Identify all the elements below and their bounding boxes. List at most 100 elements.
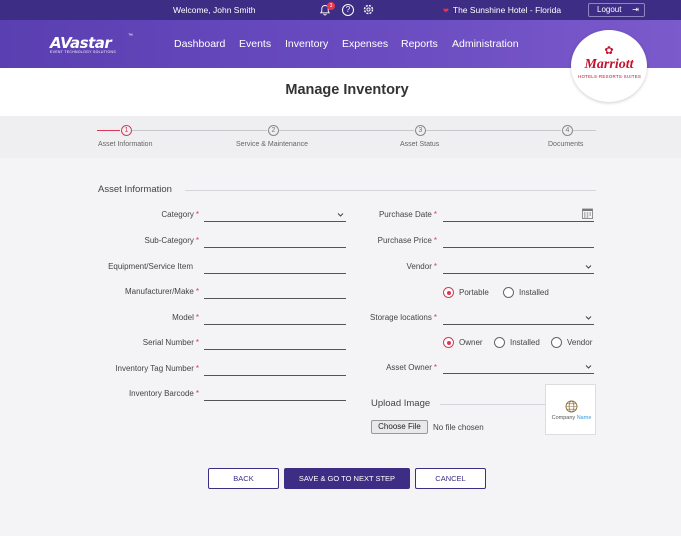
vendor-label-text: Vendor — [406, 262, 432, 271]
welcome-prefix: Welcome, — [173, 5, 213, 15]
owner-label[interactable]: Owner — [459, 338, 483, 347]
purchase-date-input[interactable] — [443, 208, 594, 222]
required-mark: * — [433, 262, 437, 271]
step-1-circle[interactable]: 1 — [121, 125, 132, 136]
welcome-text: Welcome, John Smith — [173, 5, 256, 15]
asset-owner-label-text: Asset Owner — [386, 363, 432, 372]
serial-label-text: Serial Number — [142, 338, 194, 347]
required-mark: * — [433, 363, 437, 372]
manufacturer-label: Manufacturer/Make * — [100, 287, 199, 296]
nav-dashboard[interactable]: Dashboard — [174, 38, 225, 50]
hotel-name: The Sunshine Hotel - Florida — [452, 5, 562, 15]
ownership-installed-radio[interactable] — [494, 337, 505, 348]
app-logo[interactable]: AVastar ™ EVENT TECHNOLOGY SOLUTIONS — [50, 33, 133, 56]
chevron-down-icon — [585, 316, 592, 320]
portable-radio[interactable] — [443, 287, 454, 298]
company-name-placeholder: Company Name — [546, 415, 597, 421]
storage-label: Storage locations * — [338, 313, 437, 322]
upload-divider — [440, 404, 545, 405]
sub-category-input[interactable] — [204, 236, 346, 248]
client-name: Marriott — [584, 57, 634, 72]
vendor-radio-label[interactable]: Vendor — [567, 338, 592, 347]
section-divider — [185, 190, 596, 191]
manufacturer-input[interactable] — [204, 287, 346, 299]
step-line — [279, 130, 414, 131]
inventory-tag-label-text: Inventory Tag Number — [115, 364, 194, 373]
globe-icon — [565, 400, 578, 413]
barcode-label-text: Inventory Barcode — [128, 389, 194, 398]
step-2-circle[interactable]: 2 — [268, 125, 279, 136]
step-line — [132, 130, 267, 131]
gear-icon[interactable] — [362, 3, 375, 16]
required-mark: * — [195, 287, 199, 296]
category-select[interactable] — [204, 210, 346, 222]
required-mark: * — [195, 236, 199, 245]
upload-title: Upload Image — [371, 398, 431, 409]
hotel-selector[interactable]: ❤ The Sunshine Hotel - Florida — [443, 5, 561, 15]
sub-category-label: Sub-Category * — [100, 236, 199, 245]
serial-input[interactable] — [204, 338, 346, 350]
sub-category-label-text: Sub-Category — [144, 236, 194, 245]
nav-events[interactable]: Events — [239, 38, 271, 50]
nav-inventory[interactable]: Inventory — [285, 38, 328, 50]
client-logo-mark-icon: ✿ — [604, 45, 614, 57]
logout-label: Logout — [597, 5, 622, 14]
top-bar: Welcome, John Smith 3 ? ❤ The Sunshine Ho… — [0, 0, 681, 20]
nav-expenses[interactable]: Expenses — [342, 38, 388, 50]
logout-button[interactable]: Logout ⇥ — [588, 3, 645, 17]
company-name-text: Name — [576, 415, 592, 421]
equipment-label: Equipment/Service Item — [108, 262, 193, 271]
help-icon[interactable]: ? — [342, 4, 354, 16]
purchase-price-label: Purchase Price * — [338, 236, 437, 245]
client-tagline: HOTELS·RESORTS·SUITES — [578, 74, 642, 79]
step-4-label[interactable]: Documents — [548, 141, 583, 148]
equipment-input[interactable] — [204, 262, 346, 274]
storage-select[interactable] — [443, 313, 594, 325]
chevron-down-icon: ❤ — [443, 8, 449, 15]
choose-file-button[interactable]: Choose File — [371, 420, 428, 434]
required-mark: * — [195, 210, 199, 219]
purchase-price-label-text: Purchase Price — [377, 236, 432, 245]
vendor-radio[interactable] — [551, 337, 562, 348]
step-2-label[interactable]: Service & Maintenance — [236, 141, 308, 148]
save-next-button[interactable]: SAVE & GO TO NEXT STEP — [284, 468, 410, 489]
owner-radio[interactable] — [443, 337, 454, 348]
inventory-tag-label: Inventory Tag Number * — [100, 364, 199, 373]
section-title: Asset Information — [98, 184, 172, 195]
purchase-date-label-text: Purchase Date — [378, 210, 432, 219]
asset-owner-label: Asset Owner * — [338, 363, 437, 372]
user-name[interactable]: John Smith — [213, 5, 256, 15]
required-mark: * — [195, 313, 199, 322]
storage-label-text: Storage locations — [370, 313, 432, 322]
model-input[interactable] — [204, 313, 346, 325]
step-line — [426, 130, 561, 131]
inventory-tag-input[interactable] — [204, 364, 346, 376]
chevron-down-icon — [585, 365, 592, 369]
step-1-label[interactable]: Asset Information — [98, 141, 152, 148]
serial-label: Serial Number * — [100, 338, 199, 347]
required-mark: * — [433, 313, 437, 322]
ownership-installed-label[interactable]: Installed — [510, 338, 540, 347]
step-3-label[interactable]: Asset Status — [400, 141, 439, 148]
stepper — [0, 116, 681, 158]
installed-label[interactable]: Installed — [519, 288, 549, 297]
cancel-button[interactable]: CANCEL — [415, 468, 486, 489]
back-button[interactable]: BACK — [208, 468, 279, 489]
portable-label[interactable]: Portable — [459, 288, 489, 297]
model-label: Model * — [100, 313, 199, 322]
purchase-price-input[interactable] — [443, 236, 594, 248]
category-label: Category * — [100, 210, 199, 219]
installed-radio[interactable] — [503, 287, 514, 298]
step-4-circle[interactable]: 4 — [562, 125, 573, 136]
logo-tm: ™ — [128, 33, 133, 39]
nav-reports[interactable]: Reports — [401, 38, 438, 50]
asset-owner-select[interactable] — [443, 362, 594, 374]
step-3-circle[interactable]: 3 — [415, 125, 426, 136]
file-status: No file chosen — [433, 423, 484, 432]
vendor-select[interactable] — [443, 262, 594, 274]
calendar-icon[interactable] — [582, 208, 593, 219]
manufacturer-label-text: Manufacturer/Make — [124, 287, 194, 296]
nav-administration[interactable]: Administration — [452, 38, 519, 50]
required-mark: * — [195, 338, 199, 347]
barcode-input[interactable] — [204, 389, 346, 401]
